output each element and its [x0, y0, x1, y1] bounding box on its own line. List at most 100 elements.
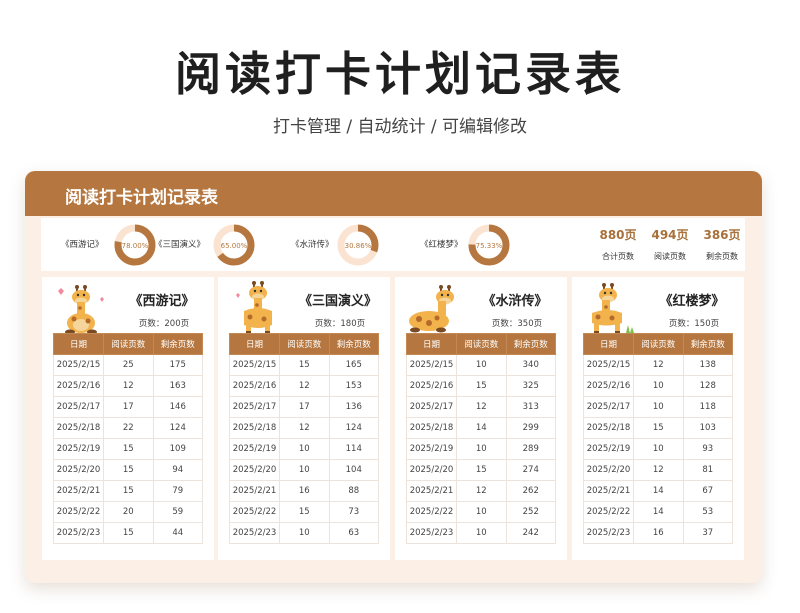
cell-remaining-pages: 81	[682, 459, 733, 481]
cell-remaining-pages: 242	[505, 522, 556, 544]
table-row: 2025/2/17 17 146	[53, 396, 203, 418]
reading-table: 日期 阅读页数 剩余页数 2025/2/15 10 340 2025/2/16 15 32…	[406, 333, 556, 544]
cell-date: 2025/2/20	[229, 459, 280, 481]
cell-read-pages: 10	[279, 438, 330, 460]
cell-read-pages: 22	[103, 417, 154, 439]
table-row: 2025/2/21 12 262	[406, 480, 556, 502]
table-row: 2025/2/20 15 274	[406, 459, 556, 481]
pages-value: 150页	[694, 319, 720, 329]
cell-remaining-pages: 262	[505, 480, 556, 502]
giraffe-lying-icon	[409, 285, 454, 333]
cell-read-pages: 14	[633, 480, 684, 502]
cell-remaining-pages: 138	[682, 354, 733, 376]
cell-date: 2025/2/22	[406, 501, 457, 523]
cell-date: 2025/2/23	[406, 522, 457, 544]
cell-read-pages: 17	[103, 396, 154, 418]
cell-read-pages: 14	[456, 417, 507, 439]
table-row: 2025/2/20 10 104	[229, 459, 379, 481]
table-row: 2025/2/16 12 163	[53, 375, 203, 397]
table-row: 2025/2/16 12 153	[229, 375, 379, 397]
summary-book-name: 《三国演义》	[154, 240, 206, 250]
cell-remaining-pages: 124	[328, 417, 379, 439]
ring-percent-label: 75.33%	[476, 242, 503, 250]
cell-read-pages: 14	[633, 501, 684, 523]
table-row: 2025/2/16 15 325	[406, 375, 556, 397]
cell-read-pages: 16	[633, 522, 684, 544]
cell-read-pages: 12	[103, 375, 154, 397]
progress-ring-3: 75.33%	[468, 224, 510, 266]
cell-read-pages: 15	[103, 480, 154, 502]
cell-read-pages: 10	[633, 396, 684, 418]
cell-remaining-pages: 136	[328, 396, 379, 418]
cell-remaining-pages: 146	[152, 396, 203, 418]
cell-date: 2025/2/21	[583, 480, 634, 502]
remaining-pages-stat: 386页 剩余页数	[697, 226, 747, 262]
cell-remaining-pages: 313	[505, 396, 556, 418]
col-date: 日期	[406, 333, 457, 355]
col-read: 阅读页数	[456, 333, 507, 355]
cell-read-pages: 12	[456, 396, 507, 418]
cell-remaining-pages: 153	[328, 375, 379, 397]
cell-read-pages: 10	[279, 522, 330, 544]
cell-read-pages: 16	[279, 480, 330, 502]
giraffe-standing-icon	[236, 281, 272, 334]
cell-date: 2025/2/15	[53, 354, 104, 376]
cell-read-pages: 10	[279, 459, 330, 481]
book-pages: 页数：180页	[290, 317, 390, 329]
total-pages-value: 880页	[599, 228, 637, 242]
book-pages: 页数：150页	[644, 317, 744, 329]
cell-read-pages: 15	[103, 459, 154, 481]
cell-date: 2025/2/15	[229, 354, 280, 376]
cell-read-pages: 12	[633, 459, 684, 481]
table-row: 2025/2/18 12 124	[229, 417, 379, 439]
table-row: 2025/2/23 10 63	[229, 522, 379, 544]
cell-read-pages: 12	[633, 354, 684, 376]
col-remaining: 剩余页数	[152, 333, 203, 355]
page-subtitle: 打卡管理 / 自动统计 / 可编辑修改	[272, 117, 528, 137]
pages-value: 350页	[517, 319, 543, 329]
table-row: 2025/2/19 10 93	[583, 438, 733, 460]
table-row: 2025/2/23 15 44	[53, 522, 203, 544]
table-row: 2025/2/21 16 88	[229, 480, 379, 502]
cell-read-pages: 10	[456, 522, 507, 544]
cell-remaining-pages: 103	[682, 417, 733, 439]
cell-remaining-pages: 299	[505, 417, 556, 439]
cell-read-pages: 17	[279, 396, 330, 418]
read-pages-label: 阅读页数	[654, 252, 686, 261]
book-panel-1: 《三国演义》 页数：180页 日期 阅读页数 剩余页数 2025/2/15 15 1…	[218, 277, 390, 560]
table-row: 2025/2/18 22 124	[53, 417, 203, 439]
summary-book-name: 《红楼梦》	[420, 240, 463, 250]
cell-date: 2025/2/20	[53, 459, 104, 481]
cell-read-pages: 15	[633, 417, 684, 439]
cell-read-pages: 15	[279, 354, 330, 376]
cell-date: 2025/2/21	[406, 480, 457, 502]
table-row: 2025/2/15 15 165	[229, 354, 379, 376]
cell-date: 2025/2/16	[229, 375, 280, 397]
cell-date: 2025/2/16	[583, 375, 634, 397]
cell-date: 2025/2/18	[53, 417, 104, 439]
cell-date: 2025/2/23	[229, 522, 280, 544]
table-row: 2025/2/19 10 289	[406, 438, 556, 460]
table-row: 2025/2/17 10 118	[583, 396, 733, 418]
cell-remaining-pages: 128	[682, 375, 733, 397]
cell-read-pages: 20	[103, 501, 154, 523]
cell-date: 2025/2/19	[406, 438, 457, 460]
cell-remaining-pages: 340	[505, 354, 556, 376]
card-header-title: 阅读打卡计划记录表	[65, 188, 218, 208]
cell-date: 2025/2/17	[53, 396, 104, 418]
cell-read-pages: 10	[633, 438, 684, 460]
book-title: 《西游记》	[129, 294, 195, 309]
cell-remaining-pages: 44	[152, 522, 203, 544]
cell-remaining-pages: 289	[505, 438, 556, 460]
col-read: 阅读页数	[279, 333, 330, 355]
cell-remaining-pages: 63	[328, 522, 379, 544]
remaining-pages-label: 剩余页数	[706, 252, 738, 261]
col-read: 阅读页数	[103, 333, 154, 355]
cell-read-pages: 12	[279, 417, 330, 439]
cell-date: 2025/2/19	[583, 438, 634, 460]
table-row: 2025/2/20 15 94	[53, 459, 203, 481]
table-row: 2025/2/16 10 128	[583, 375, 733, 397]
book-title: 《水浒传》	[482, 294, 548, 309]
cell-date: 2025/2/15	[406, 354, 457, 376]
cell-date: 2025/2/22	[229, 501, 280, 523]
